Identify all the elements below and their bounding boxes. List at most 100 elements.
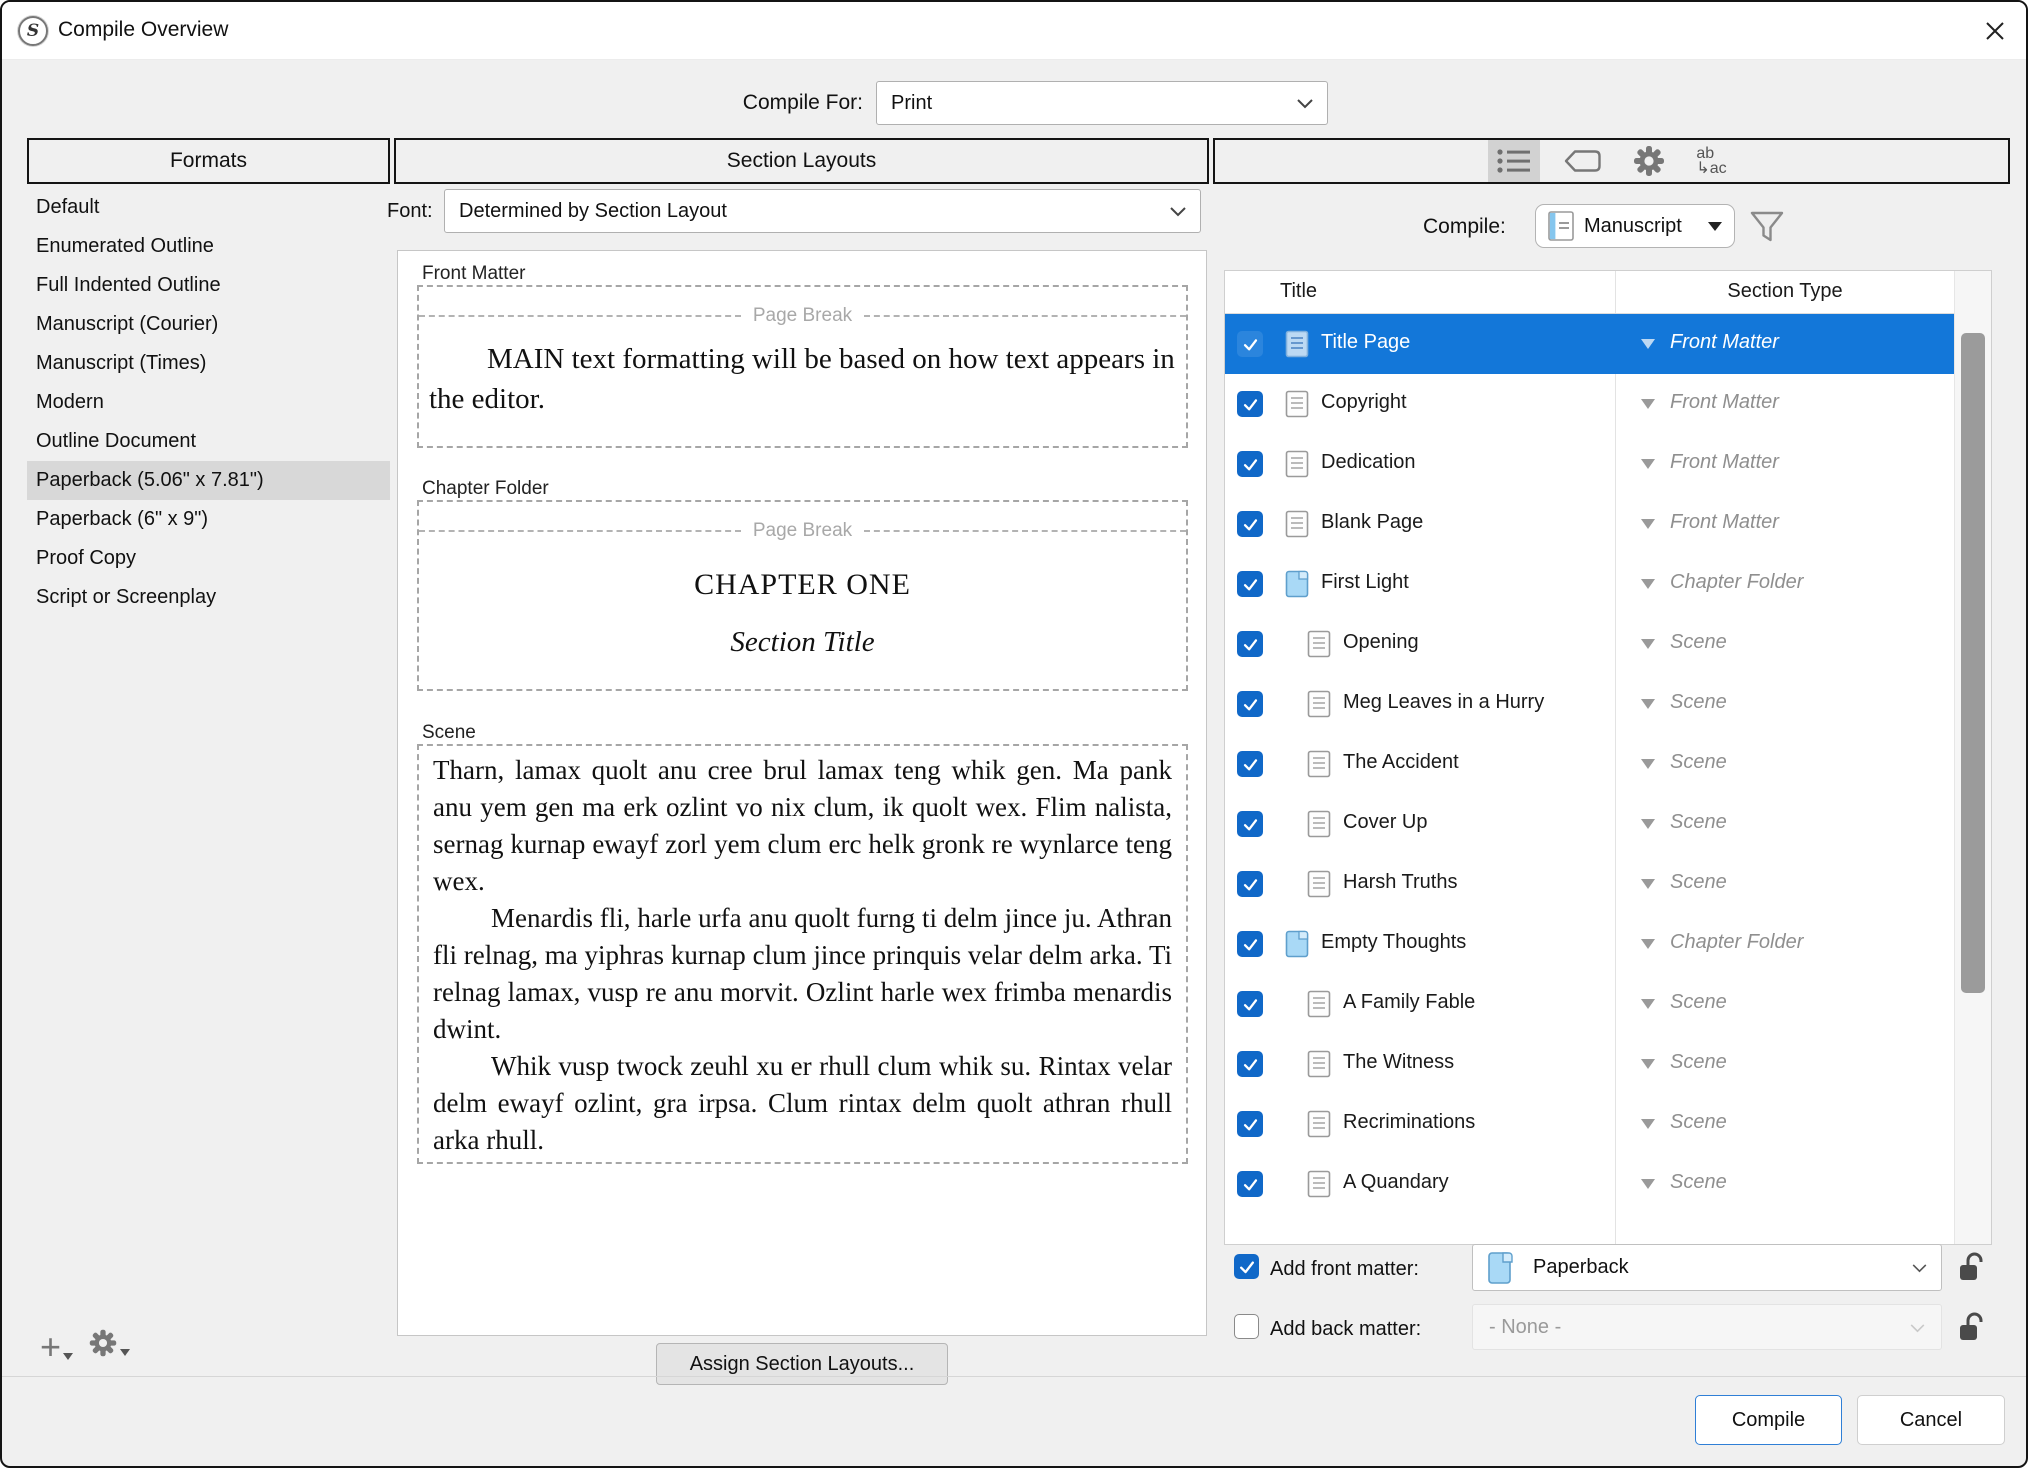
row-title: Blank Page — [1321, 511, 1423, 534]
format-item[interactable]: Full Indented Outline — [27, 266, 390, 305]
font-select[interactable]: Determined by Section Layout — [444, 189, 1201, 233]
filter-icon[interactable] — [1748, 208, 1786, 251]
row-section-type[interactable]: Scene — [1670, 1111, 1727, 1134]
outline-row[interactable]: Recriminations Scene — [1225, 1094, 1955, 1154]
outline-row[interactable]: Cover Up Scene — [1225, 794, 1955, 854]
outline-row[interactable]: A Quandary Scene — [1225, 1154, 1955, 1214]
row-section-type[interactable]: Scene — [1670, 751, 1727, 774]
outline-row[interactable]: The Accident Scene — [1225, 734, 1955, 794]
format-item[interactable]: Modern — [27, 383, 390, 422]
row-section-type[interactable]: Scene — [1670, 871, 1727, 894]
format-item[interactable]: Paperback (6" x 9") — [27, 500, 390, 539]
outline-row[interactable]: The Witness Scene — [1225, 1034, 1955, 1094]
row-section-type[interactable]: Scene — [1670, 691, 1727, 714]
section-type-dropdown-icon[interactable] — [1641, 939, 1655, 949]
compile-for-select[interactable]: Print — [876, 81, 1328, 125]
gear-icon[interactable] — [1624, 140, 1674, 182]
chapter-folder-layout-label: Chapter Folder — [422, 478, 549, 500]
row-section-type[interactable]: Front Matter — [1670, 451, 1779, 474]
vertical-scrollbar[interactable] — [1954, 271, 1991, 1244]
include-checkbox[interactable] — [1237, 1171, 1263, 1197]
include-checkbox[interactable] — [1237, 631, 1263, 657]
outline-row[interactable]: Copyright Front Matter — [1225, 374, 1955, 434]
include-checkbox[interactable] — [1237, 331, 1263, 357]
format-options-button[interactable] — [88, 1328, 130, 1358]
format-item[interactable]: Outline Document — [27, 422, 390, 461]
format-item[interactable]: Manuscript (Times) — [27, 344, 390, 383]
add-front-matter-checkbox[interactable] — [1234, 1254, 1259, 1279]
chevron-down-icon — [1910, 1316, 1925, 1339]
include-checkbox[interactable] — [1237, 691, 1263, 717]
format-item[interactable]: Proof Copy — [27, 539, 390, 578]
close-icon[interactable] — [1982, 18, 2008, 44]
include-checkbox[interactable] — [1237, 571, 1263, 597]
outline-row[interactable]: Meg Leaves in a Hurry Scene — [1225, 674, 1955, 734]
row-section-type[interactable]: Front Matter — [1670, 391, 1779, 414]
section-type-dropdown-icon[interactable] — [1641, 519, 1655, 529]
contents-list-icon[interactable] — [1488, 140, 1540, 182]
back-matter-lock-icon[interactable] — [1958, 1310, 1988, 1349]
row-section-type[interactable]: Chapter Folder — [1670, 571, 1803, 594]
outline-row[interactable]: Harsh Truths Scene — [1225, 854, 1955, 914]
add-format-button[interactable]: + — [40, 1332, 73, 1362]
outline-row[interactable]: Opening Scene — [1225, 614, 1955, 674]
include-checkbox[interactable] — [1237, 451, 1263, 477]
add-back-matter-checkbox[interactable] — [1234, 1314, 1259, 1339]
include-checkbox[interactable] — [1237, 1111, 1263, 1137]
assign-section-layouts-button[interactable]: Assign Section Layouts... — [656, 1343, 948, 1385]
include-checkbox[interactable] — [1237, 1051, 1263, 1077]
row-section-type[interactable]: Chapter Folder — [1670, 931, 1803, 954]
section-type-dropdown-icon[interactable] — [1641, 399, 1655, 409]
row-section-type[interactable]: Front Matter — [1670, 511, 1779, 534]
front-matter-select[interactable]: Paperback — [1472, 1244, 1942, 1291]
section-type-dropdown-icon[interactable] — [1641, 639, 1655, 649]
include-checkbox[interactable] — [1237, 991, 1263, 1017]
scene-layout-preview[interactable]: Tharn, lamax quolt anu cree brul lamax t… — [417, 744, 1188, 1164]
include-checkbox[interactable] — [1237, 511, 1263, 537]
section-type-dropdown-icon[interactable] — [1641, 339, 1655, 349]
front-matter-layout-preview[interactable]: Page Break MAIN text formatting will be … — [417, 285, 1188, 448]
include-checkbox[interactable] — [1237, 811, 1263, 837]
include-checkbox[interactable] — [1237, 391, 1263, 417]
scrollbar-thumb[interactable] — [1961, 333, 1985, 993]
outline-row[interactable]: First Light Chapter Folder — [1225, 554, 1955, 614]
front-matter-lock-icon[interactable] — [1958, 1250, 1988, 1289]
format-item[interactable]: Default — [27, 188, 390, 227]
format-item[interactable]: Paperback (5.06" x 7.81") — [27, 461, 390, 500]
section-type-dropdown-icon[interactable] — [1641, 879, 1655, 889]
formats-header: Formats — [27, 138, 390, 184]
section-type-dropdown-icon[interactable] — [1641, 459, 1655, 469]
row-section-type[interactable]: Scene — [1670, 1051, 1727, 1074]
section-type-dropdown-icon[interactable] — [1641, 1119, 1655, 1129]
section-type-dropdown-icon[interactable] — [1641, 579, 1655, 589]
tag-icon[interactable] — [1554, 140, 1610, 182]
chapter-folder-layout-preview[interactable]: Page Break CHAPTER ONE Section Title — [417, 500, 1188, 691]
include-checkbox[interactable] — [1237, 871, 1263, 897]
row-section-type[interactable]: Scene — [1670, 991, 1727, 1014]
outline-row[interactable]: Empty Thoughts Chapter Folder — [1225, 914, 1955, 974]
section-type-dropdown-icon[interactable] — [1641, 699, 1655, 709]
outline-row[interactable]: Dedication Front Matter — [1225, 434, 1955, 494]
outline-row[interactable]: Blank Page Front Matter — [1225, 494, 1955, 554]
row-section-type[interactable]: Scene — [1670, 811, 1727, 834]
outline-row[interactable]: Title Page Front Matter — [1225, 314, 1955, 374]
format-item[interactable]: Script or Screenplay — [27, 578, 390, 617]
row-section-type[interactable]: Front Matter — [1670, 331, 1779, 354]
replacements-icon[interactable]: ab ↳ac — [1688, 140, 1734, 182]
section-type-dropdown-icon[interactable] — [1641, 1179, 1655, 1189]
compile-button[interactable]: Compile — [1695, 1395, 1842, 1445]
back-matter-select[interactable]: - None - — [1472, 1304, 1942, 1350]
row-section-type[interactable]: Scene — [1670, 1171, 1727, 1194]
include-checkbox[interactable] — [1237, 931, 1263, 957]
compile-group-select[interactable]: Manuscript — [1535, 204, 1735, 248]
include-checkbox[interactable] — [1237, 751, 1263, 777]
outline-row[interactable]: A Family Fable Scene — [1225, 974, 1955, 1034]
section-type-dropdown-icon[interactable] — [1641, 759, 1655, 769]
section-type-dropdown-icon[interactable] — [1641, 819, 1655, 829]
section-type-dropdown-icon[interactable] — [1641, 999, 1655, 1009]
format-item[interactable]: Manuscript (Courier) — [27, 305, 390, 344]
format-item[interactable]: Enumerated Outline — [27, 227, 390, 266]
cancel-button[interactable]: Cancel — [1857, 1395, 2005, 1445]
row-section-type[interactable]: Scene — [1670, 631, 1727, 654]
section-type-dropdown-icon[interactable] — [1641, 1059, 1655, 1069]
